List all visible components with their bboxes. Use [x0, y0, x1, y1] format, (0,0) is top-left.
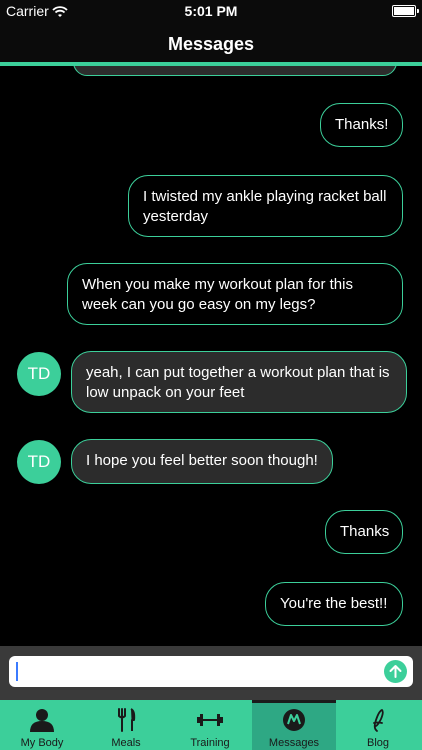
avatar[interactable]: TD [17, 352, 61, 396]
person-icon [30, 709, 54, 732]
messages-icon [283, 709, 305, 731]
message-bubble-received: I hope you feel better soon though! [71, 439, 333, 484]
message-bubble-received: yeah, I can put together a workout plan … [71, 351, 407, 413]
tab-training[interactable]: Training [168, 700, 252, 750]
tab-blog[interactable]: Blog [336, 700, 420, 750]
message-text: yeah, I can put together a workout plan … [86, 364, 390, 401]
blog-icon [373, 708, 384, 732]
navigation-bar: Messages [0, 22, 422, 62]
tab-label: Training [190, 737, 230, 749]
tab-my-body[interactable]: My Body [0, 700, 84, 750]
dumbbell-icon [197, 714, 223, 726]
active-tab-indicator [252, 700, 336, 703]
tab-bar: My Body Meals Training Messages Blog [0, 700, 422, 750]
message-bubble-sent: You're the best!! [265, 582, 403, 626]
tab-label: Messages [268, 737, 320, 749]
message-input[interactable] [9, 656, 413, 687]
message-bubble-partial [73, 66, 397, 76]
composer-bar [0, 646, 422, 700]
message-bubble-sent: When you make my workout plan for this w… [67, 263, 403, 325]
tab-label: My Body [20, 737, 64, 749]
battery-icon [392, 5, 419, 17]
message-text: When you make my workout plan for this w… [82, 276, 353, 313]
message-text: I hope you feel better soon though! [86, 452, 318, 469]
tab-label: Meals [111, 737, 141, 749]
message-bubble-sent: I twisted my ankle playing racket ball y… [128, 175, 403, 237]
arrow-up-icon [389, 665, 402, 678]
avatar[interactable]: TD [17, 440, 61, 484]
send-button[interactable] [384, 660, 407, 683]
message-bubble-sent: Thanks! [320, 103, 403, 147]
message-text: Thanks! [335, 116, 389, 133]
text-cursor [16, 662, 18, 681]
message-text: Thanks [340, 523, 390, 540]
clock: 5:01 PM [184, 3, 238, 19]
message-thread[interactable]: Thanks! I twisted my ankle playing racke… [0, 66, 422, 646]
message-text: You're the best!! [280, 595, 388, 612]
message-text: I twisted my ankle playing racket ball y… [143, 188, 387, 225]
tab-label: Blog [366, 737, 390, 749]
tab-meals[interactable]: Meals [84, 700, 168, 750]
fork-knife-icon [118, 708, 136, 732]
tab-messages[interactable]: Messages [252, 700, 336, 750]
status-bar: Carrier 5:01 PM [0, 0, 422, 22]
message-bubble-sent: Thanks [325, 510, 403, 554]
page-title: Messages [167, 34, 255, 54]
